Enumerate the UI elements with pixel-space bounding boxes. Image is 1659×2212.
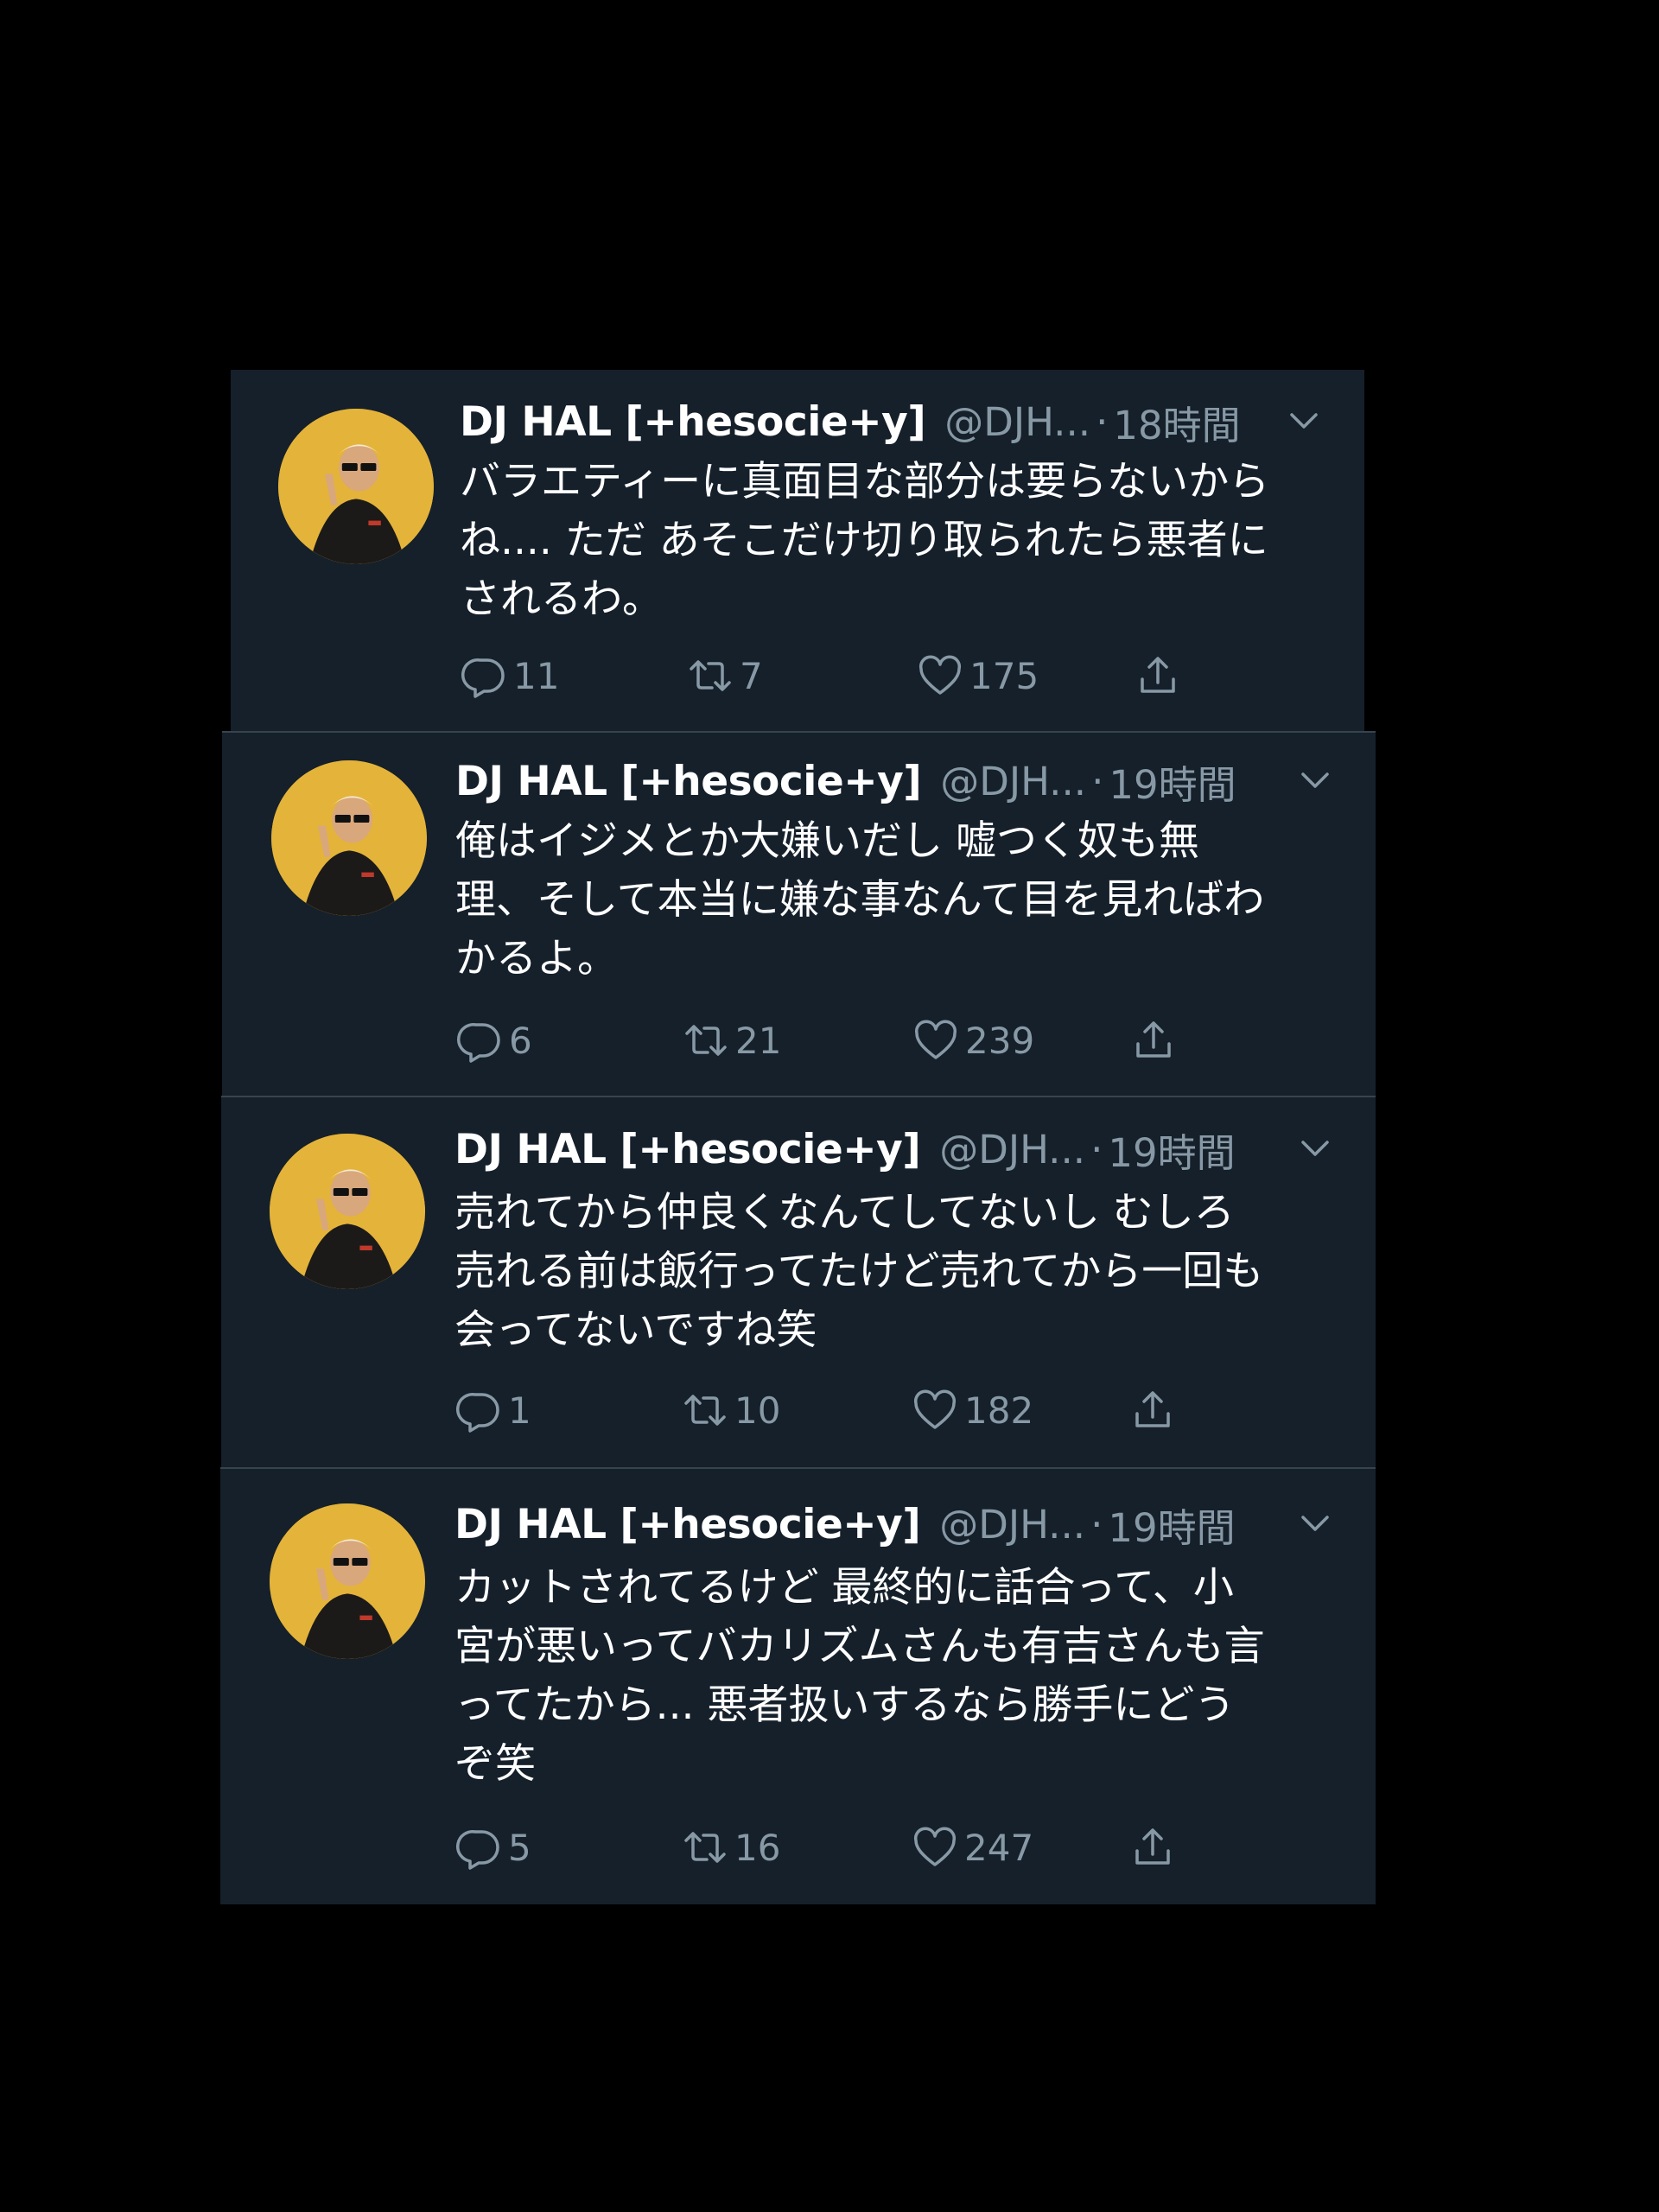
heart-icon bbox=[918, 655, 962, 695]
reply-icon bbox=[456, 1022, 500, 1063]
retweet-button[interactable]: 16 bbox=[681, 1821, 780, 1873]
reply-icon bbox=[455, 1392, 499, 1433]
tweet-header: DJ HAL [+hesocie+y] @DJH... · 18時間 bbox=[460, 396, 1321, 448]
tweet-actions: 11 7 175 bbox=[460, 650, 1313, 702]
avatar[interactable] bbox=[270, 1503, 425, 1659]
display-name[interactable]: DJ HAL [+hesocie+y] bbox=[460, 398, 926, 446]
tweet-actions: 1 10 182 bbox=[454, 1384, 1324, 1436]
like-count: 247 bbox=[964, 1826, 1034, 1869]
tweet-card[interactable]: DJ HAL [+hesocie+y] @DJH... · 18時間 バラエティ… bbox=[231, 370, 1364, 731]
reply-count: 5 bbox=[508, 1826, 531, 1869]
share-button[interactable] bbox=[1128, 1821, 1182, 1873]
chevron-down-icon[interactable] bbox=[1298, 767, 1332, 793]
like-count: 175 bbox=[969, 654, 1039, 697]
share-button[interactable] bbox=[1134, 650, 1187, 702]
chevron-down-icon[interactable] bbox=[1287, 408, 1321, 434]
user-handle[interactable]: @DJH... bbox=[939, 1502, 1085, 1548]
share-button[interactable] bbox=[1128, 1384, 1182, 1436]
heart-icon bbox=[914, 1020, 957, 1059]
timestamp[interactable]: 19時間 bbox=[1108, 1497, 1235, 1553]
like-button[interactable]: 175 bbox=[916, 650, 1039, 702]
heart-icon bbox=[913, 1827, 957, 1866]
retweet-count: 7 bbox=[740, 654, 763, 697]
avatar-photo-icon bbox=[270, 1134, 425, 1289]
tweet-text: 俺はイジメとか大嫌いだし 嘘つく奴も無 理、そして本当に嫌な事なんて目を見ればわ… bbox=[455, 817, 1265, 982]
tweet-text: 売れてから仲良くなんてしてないし むしろ 売れる前は飯行ってたけど売れてから一回… bbox=[454, 1189, 1264, 1354]
share-icon bbox=[1135, 1828, 1170, 1865]
tweet-card[interactable]: DJ HAL [+hesocie+y] @DJH... · 19時間 俺はイジメ… bbox=[222, 731, 1376, 1096]
display-name[interactable]: DJ HAL [+hesocie+y] bbox=[455, 758, 922, 805]
like-button[interactable]: 239 bbox=[912, 1014, 1034, 1066]
tweet-card[interactable]: DJ HAL [+hesocie+y] @DJH... · 19時間 売れてから… bbox=[221, 1096, 1376, 1467]
separator-dot: · bbox=[1091, 758, 1104, 804]
tweet-header: DJ HAL [+hesocie+y] @DJH... · 19時間 bbox=[455, 753, 1332, 810]
retweet-button[interactable]: 7 bbox=[686, 650, 763, 702]
retweet-icon bbox=[690, 660, 731, 691]
tweet-header: DJ HAL [+hesocie+y] @DJH... · 19時間 bbox=[454, 1122, 1332, 1178]
chevron-down-icon[interactable] bbox=[1298, 1135, 1332, 1161]
user-handle[interactable]: @DJH... bbox=[939, 1127, 1085, 1173]
tweet-text: カットされてるけど 最終的に話合って、小 宮が悪いってバカリズムさんも有吉さんも… bbox=[454, 1564, 1265, 1788]
retweet-button[interactable]: 21 bbox=[682, 1014, 781, 1066]
tweet-header: DJ HAL [+hesocie+y] @DJH... · 19時間 bbox=[454, 1497, 1332, 1553]
retweet-icon bbox=[684, 1832, 726, 1863]
tweet-actions: 6 21 239 bbox=[455, 1014, 1324, 1066]
retweet-count: 10 bbox=[734, 1389, 781, 1432]
tweet-text: バラエティーに真面目な部分は要らないから ね.... ただ あそこだけ切り取られ… bbox=[460, 458, 1270, 623]
separator-dot: · bbox=[1096, 398, 1109, 445]
reply-button[interactable]: 5 bbox=[454, 1821, 531, 1873]
share-button[interactable] bbox=[1129, 1014, 1183, 1066]
separator-dot: · bbox=[1090, 1501, 1103, 1548]
retweet-count: 21 bbox=[735, 1019, 782, 1062]
retweet-icon bbox=[684, 1395, 726, 1426]
avatar-photo-icon bbox=[270, 1503, 425, 1659]
user-handle[interactable]: @DJH... bbox=[940, 759, 1086, 804]
retweet-icon bbox=[685, 1025, 727, 1056]
share-icon bbox=[1135, 1391, 1170, 1427]
like-button[interactable]: 182 bbox=[911, 1384, 1033, 1436]
reply-count: 11 bbox=[513, 654, 560, 697]
reply-icon bbox=[461, 658, 505, 698]
tweet-actions: 5 16 247 bbox=[454, 1821, 1324, 1873]
user-handle[interactable]: @DJH... bbox=[944, 399, 1090, 445]
avatar-photo-icon bbox=[278, 409, 434, 564]
chevron-down-icon[interactable] bbox=[1298, 1510, 1332, 1536]
tweet-card[interactable]: DJ HAL [+hesocie+y] @DJH... · 19時間 カットされ… bbox=[220, 1467, 1376, 1904]
separator-dot: · bbox=[1090, 1126, 1103, 1173]
display-name[interactable]: DJ HAL [+hesocie+y] bbox=[454, 1501, 921, 1548]
reply-count: 6 bbox=[509, 1019, 532, 1062]
share-icon bbox=[1141, 657, 1175, 693]
like-count: 182 bbox=[964, 1389, 1034, 1432]
reply-button[interactable]: 11 bbox=[460, 650, 559, 702]
avatar-photo-icon bbox=[271, 760, 427, 916]
reply-icon bbox=[455, 1829, 499, 1870]
display-name[interactable]: DJ HAL [+hesocie+y] bbox=[454, 1126, 921, 1173]
heart-icon bbox=[913, 1389, 957, 1429]
reply-button[interactable]: 1 bbox=[454, 1384, 531, 1436]
reply-count: 1 bbox=[508, 1389, 531, 1432]
avatar[interactable] bbox=[270, 1134, 425, 1289]
reply-button[interactable]: 6 bbox=[455, 1014, 532, 1066]
timestamp[interactable]: 18時間 bbox=[1113, 394, 1240, 450]
like-button[interactable]: 247 bbox=[911, 1821, 1033, 1873]
timestamp[interactable]: 19時間 bbox=[1108, 1122, 1235, 1178]
share-icon bbox=[1136, 1021, 1171, 1058]
retweet-count: 16 bbox=[734, 1826, 781, 1869]
like-count: 239 bbox=[965, 1019, 1035, 1062]
avatar[interactable] bbox=[271, 760, 427, 916]
retweet-button[interactable]: 10 bbox=[681, 1384, 780, 1436]
avatar[interactable] bbox=[278, 409, 434, 564]
timestamp[interactable]: 19時間 bbox=[1109, 753, 1236, 810]
